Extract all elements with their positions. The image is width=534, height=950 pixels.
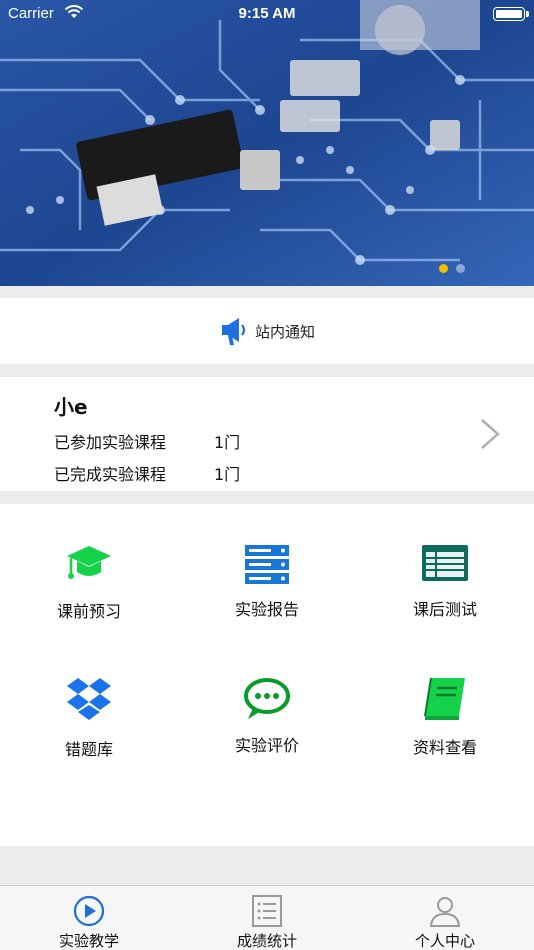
banner-carousel[interactable]: Carrier 9:15 AM (0, 0, 534, 286)
list-document-icon (252, 895, 282, 927)
joined-courses-row: 已参加实验课程 1门 (54, 429, 240, 453)
grid-item-label: 实验报告 (234, 600, 299, 619)
user-profile-card[interactable]: 小e 已参加实验课程 1门 已完成实验课程 1门 (0, 377, 534, 491)
tab-label: 个人中心 (414, 932, 475, 950)
grid-item-label: 错题库 (64, 740, 113, 759)
carousel-dot[interactable] (456, 264, 465, 273)
grid-item-label: 课后测试 (412, 600, 477, 619)
carousel-dot-active[interactable] (439, 264, 448, 273)
play-circle-icon (73, 895, 105, 927)
grid-item-materials[interactable]: 资料查看 (356, 676, 534, 796)
table-sheet-icon (422, 545, 468, 581)
book-icon (424, 677, 465, 720)
site-notice-button[interactable]: 站内通知 (0, 298, 534, 364)
circuit-board-image (0, 0, 534, 286)
grid-item-evaluation[interactable]: 实验评价 (178, 676, 356, 796)
tab-personal-center[interactable]: 个人中心 (356, 886, 534, 950)
joined-courses-label: 已参加实验课程 (54, 433, 167, 452)
grid-item-report[interactable]: 实验报告 (178, 542, 356, 662)
person-icon (429, 897, 461, 927)
tab-grade-statistics[interactable]: 成绩统计 (178, 886, 356, 950)
status-time: 9:15 AM (238, 5, 296, 22)
chat-bubble-icon (244, 678, 290, 719)
user-name: 小e (54, 395, 88, 419)
joined-courses-value: 1门 (214, 433, 241, 452)
grid-item-mistakes[interactable]: 错题库 (0, 676, 178, 796)
completed-courses-row: 已完成实验课程 1门 (54, 461, 240, 485)
completed-courses-value: 1门 (214, 465, 241, 484)
tab-label: 实验教学 (58, 932, 119, 950)
graduation-cap-icon (67, 546, 111, 579)
completed-courses-label: 已完成实验课程 (54, 465, 167, 484)
carousel-indicator (439, 264, 465, 273)
megaphone-icon (221, 318, 246, 345)
grid-item-label: 资料查看 (412, 738, 477, 757)
grid-item-label: 课前预习 (56, 602, 121, 621)
tab-experiment-teaching[interactable]: 实验教学 (0, 886, 178, 950)
status-bar: Carrier 9:15 AM (0, 0, 534, 28)
grid-item-test[interactable]: 课后测试 (356, 542, 534, 662)
feature-grid: 课前预习 实验报告 课后测试 错题库 实验评价 资料查看 (0, 504, 534, 846)
tab-label: 成绩统计 (236, 932, 297, 950)
grid-item-label: 实验评价 (234, 736, 299, 755)
chevron-right-icon[interactable] (478, 417, 502, 451)
site-notice-label: 站内通知 (254, 322, 315, 341)
battery-icon (493, 7, 529, 21)
dropbox-icon (67, 678, 111, 720)
server-list-icon (245, 545, 289, 584)
grid-item-preview[interactable]: 课前预习 (0, 542, 178, 662)
bottom-tab-bar: 实验教学 成绩统计 个人中心 (0, 885, 534, 950)
